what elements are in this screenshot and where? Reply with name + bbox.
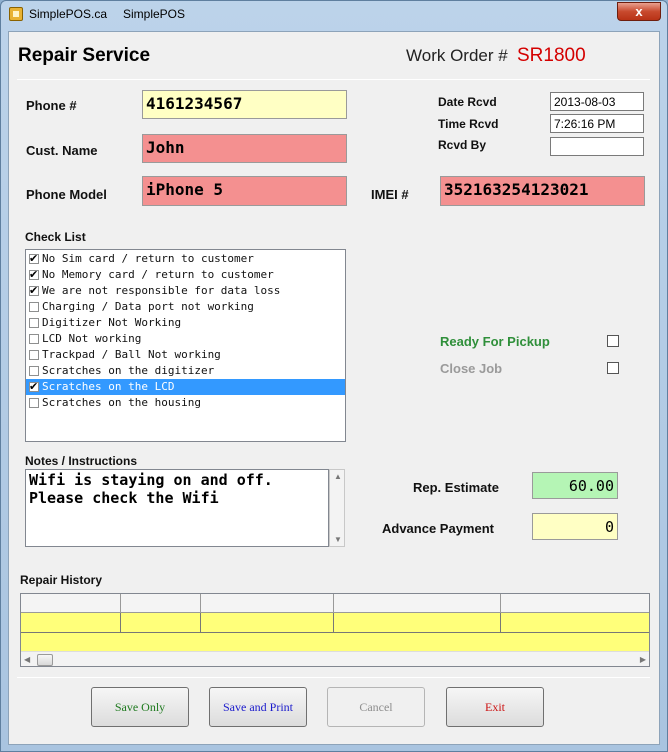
scroll-right-icon[interactable]: ▶ (640, 655, 646, 664)
checkbox[interactable] (29, 334, 39, 344)
checklist-item[interactable]: LCD Not working (26, 331, 345, 347)
grid-cell[interactable] (21, 613, 121, 633)
grid-header-row (21, 594, 649, 613)
work-order-label: Work Order # (406, 46, 508, 65)
imei-input[interactable]: 352163254123021 (440, 176, 645, 206)
checkbox[interactable] (29, 267, 39, 283)
checklist-item[interactable]: No Sim card / return to customer (26, 251, 345, 267)
repair-history-label: Repair History (20, 573, 103, 587)
checkbox[interactable] (29, 251, 39, 267)
notes-label: Notes / Instructions (25, 454, 138, 468)
app-window: SimplePOS.ca SimplePOS x Repair Service … (0, 0, 668, 752)
checklist-item[interactable]: Scratches on the housing (26, 395, 345, 411)
close-icon: x (635, 4, 643, 19)
received-by-label: Rcvd By (438, 138, 487, 152)
checklist-box[interactable]: No Sim card / return to customer No Memo… (25, 249, 346, 442)
cancel-button[interactable]: Cancel (327, 687, 425, 727)
work-order-number: SR1800 (517, 45, 586, 66)
checkbox[interactable] (29, 302, 39, 312)
grid-header-cell[interactable] (501, 594, 649, 613)
grid-header-cell[interactable] (201, 594, 334, 613)
date-received-label: Date Rcvd (438, 95, 497, 109)
grid-horizontal-scrollbar[interactable]: ◀ ▶ (21, 651, 649, 666)
grid-header-cell[interactable] (121, 594, 201, 613)
notes-scrollbar[interactable]: ▲ ▼ (329, 469, 345, 547)
checkbox[interactable] (29, 398, 39, 408)
checkbox[interactable] (29, 366, 39, 376)
header-divider (17, 79, 650, 80)
grid-header-cell[interactable] (334, 594, 501, 613)
notes-textarea[interactable]: Wifi is staying on and off. Please check… (25, 469, 329, 547)
checkbox[interactable] (29, 283, 39, 299)
save-and-print-button[interactable]: Save and Print (209, 687, 307, 727)
received-by-field[interactable] (550, 137, 644, 156)
ready-for-pickup-checkbox[interactable] (607, 335, 619, 347)
app-icon (9, 7, 23, 21)
ready-for-pickup-label: Ready For Pickup (440, 334, 550, 349)
grid-cell[interactable] (201, 613, 334, 633)
phone-input[interactable]: 4161234567 (142, 90, 347, 119)
date-received-field[interactable]: 2013-08-03 (550, 92, 644, 111)
customer-name-label: Cust. Name (26, 143, 98, 158)
scroll-left-icon[interactable]: ◀ (24, 655, 30, 664)
grid-header-cell[interactable] (21, 594, 121, 613)
checklist-item[interactable]: Scratches on the digitizer (26, 363, 345, 379)
table-row[interactable] (21, 613, 649, 633)
window-close-button[interactable]: x (617, 2, 661, 21)
phone-model-input[interactable]: iPhone 5 (142, 176, 347, 206)
advance-payment-input[interactable]: 0 (532, 513, 618, 540)
checklist-item[interactable]: Trackpad / Ball Not working (26, 347, 345, 363)
time-received-label: Time Rcvd (438, 117, 499, 131)
phone-model-label: Phone Model (26, 187, 107, 202)
page-title: Repair Service (18, 45, 151, 66)
checklist-item[interactable]: Charging / Data port not working (26, 299, 345, 315)
grid-cell[interactable] (334, 613, 501, 633)
close-job-label: Close Job (440, 361, 503, 376)
exit-button[interactable]: Exit (446, 687, 544, 727)
grid-cell[interactable] (501, 613, 649, 633)
close-job-checkbox[interactable] (607, 362, 619, 374)
scroll-up-icon[interactable]: ▲ (334, 472, 342, 481)
imei-label: IMEI # (371, 187, 409, 202)
checklist-item[interactable]: Scratches on the LCD (26, 379, 345, 395)
checkbox[interactable] (29, 379, 39, 395)
checklist-item[interactable]: We are not responsible for data loss (26, 283, 345, 299)
checklist-item[interactable]: Digitizer Not Working (26, 315, 345, 331)
estimate-input[interactable]: 60.00 (532, 472, 618, 499)
scroll-down-icon[interactable]: ▼ (334, 535, 342, 544)
save-only-button[interactable]: Save Only (91, 687, 189, 727)
customer-name-input[interactable]: John (142, 134, 347, 163)
footer-divider (17, 677, 650, 678)
repair-service-form: Repair Service Work Order # SR1800 Phone… (8, 31, 660, 745)
grid-cell[interactable] (121, 613, 201, 633)
checkbox[interactable] (29, 350, 39, 360)
checklist-label: Check List (25, 230, 86, 244)
time-received-field[interactable]: 7:26:16 PM (550, 114, 644, 133)
scroll-thumb[interactable] (37, 654, 53, 666)
checkbox[interactable] (29, 318, 39, 328)
advance-payment-label: Advance Payment (382, 521, 494, 536)
repair-history-grid[interactable]: ◀ ▶ (20, 593, 650, 667)
title-bar[interactable]: SimplePOS.ca SimplePOS x (1, 1, 667, 29)
estimate-label: Rep. Estimate (413, 480, 499, 495)
grid-empty-area (21, 633, 649, 651)
phone-label: Phone # (26, 98, 77, 113)
window-title: SimplePOS.ca (29, 7, 108, 21)
checklist-item[interactable]: No Memory card / return to customer (26, 267, 345, 283)
window-subtitle: SimplePOS (123, 7, 186, 21)
